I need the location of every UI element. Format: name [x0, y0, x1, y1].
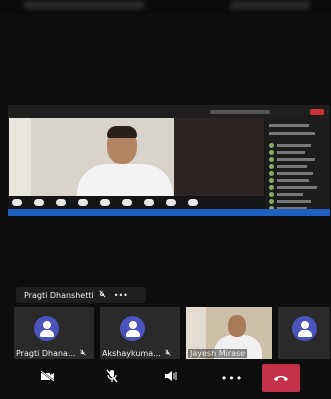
list-item	[269, 124, 325, 127]
pinned-participant-name: Pragti Dhanshetti	[24, 290, 94, 300]
taskbar-icon	[188, 199, 198, 206]
phone-end-icon	[273, 371, 289, 386]
background-door	[9, 118, 31, 196]
pinned-participant-label[interactable]: Pragti Dhanshetti •••	[16, 287, 146, 303]
presenter-hair	[107, 126, 137, 138]
taskbar-icon	[100, 199, 110, 206]
shared-participants-panel	[265, 118, 330, 213]
taskbar-icon	[122, 199, 132, 206]
speaker-button[interactable]	[152, 364, 192, 392]
camera-toggle-button[interactable]	[28, 364, 68, 392]
participant-tile[interactable]: Jayesh Mirase	[186, 307, 272, 359]
mic-toggle-button[interactable]	[92, 364, 132, 392]
participant-name: Jayesh Mirase	[190, 349, 246, 358]
pinned-more-button[interactable]: •••	[114, 291, 128, 300]
shared-video-feed	[9, 118, 264, 196]
presenter-shirt	[77, 164, 173, 196]
person-icon	[120, 316, 145, 341]
more-options-button[interactable]: •••	[212, 364, 252, 392]
shared-window-titlebar	[8, 105, 330, 119]
taskbar-icon	[34, 199, 44, 206]
shared-leave-button	[310, 109, 324, 115]
mic-off-icon	[105, 369, 119, 387]
taskbar-icon	[166, 199, 176, 206]
background-wall	[174, 118, 264, 196]
person-icon	[34, 316, 59, 341]
end-call-button[interactable]	[262, 364, 300, 392]
person-icon	[292, 316, 317, 341]
mic-off-icon	[164, 349, 171, 358]
list-item	[269, 171, 325, 176]
blurred-header-left	[24, 0, 144, 10]
participant-label: Akshaykuma...	[102, 349, 171, 358]
participant-label: Pragti Dhana...	[16, 349, 86, 358]
tile-person-head	[228, 315, 246, 337]
mic-off-icon	[98, 290, 106, 300]
list-item	[269, 157, 325, 162]
participant-name: Akshaykuma...	[102, 349, 161, 358]
shared-taskbar-icons	[12, 197, 252, 209]
list-item	[269, 164, 325, 169]
speaker-icon	[164, 370, 180, 386]
participant-tiles: Pragti Dhana... Akshaykuma... Jayesh Mir…	[14, 307, 330, 359]
shared-toolbar	[210, 110, 270, 114]
list-item	[269, 132, 325, 135]
top-bar	[0, 0, 331, 14]
presenter-figure	[69, 124, 179, 196]
taskbar-icon	[12, 199, 22, 206]
list-item	[269, 185, 325, 190]
taskbar-icon	[144, 199, 154, 206]
list-item	[269, 143, 325, 148]
call-controls: •••	[28, 364, 328, 392]
shared-taskbar	[8, 209, 330, 216]
video-off-icon	[40, 370, 56, 386]
participant-tile[interactable]	[278, 307, 330, 359]
list-item	[269, 178, 325, 183]
list-item	[269, 150, 325, 155]
list-item	[269, 199, 325, 204]
participant-tile[interactable]: Pragti Dhana...	[14, 307, 94, 359]
participant-tile[interactable]: Akshaykuma...	[100, 307, 180, 359]
mic-off-icon	[79, 349, 86, 358]
blurred-header-right	[230, 0, 310, 10]
taskbar-icon	[78, 199, 88, 206]
participant-name: Pragti Dhana...	[16, 349, 76, 358]
taskbar-icon	[56, 199, 66, 206]
list-item	[269, 192, 325, 197]
participant-label: Jayesh Mirase	[188, 349, 248, 358]
